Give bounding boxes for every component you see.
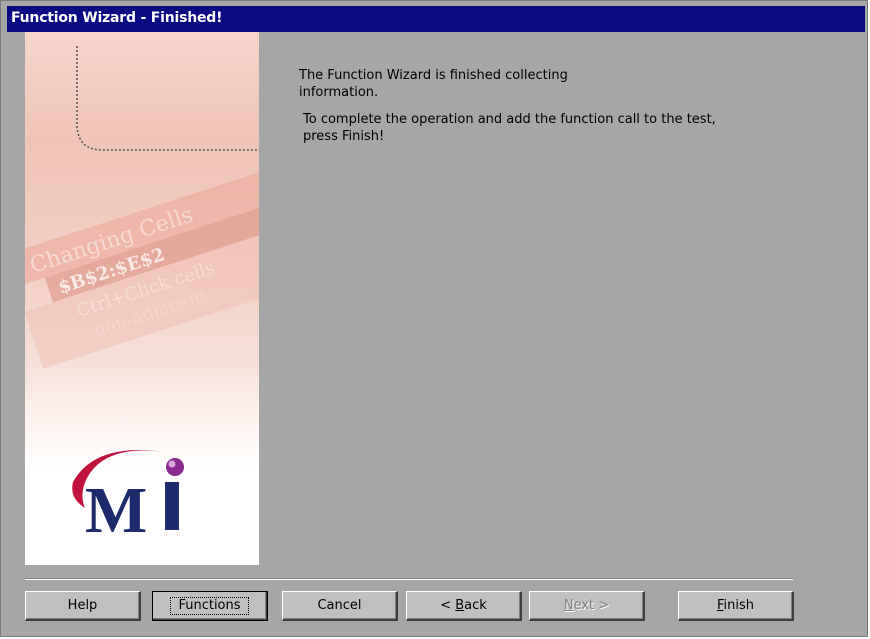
cancel-button[interactable]: Cancel: [282, 591, 398, 621]
title-bar[interactable]: Function Wizard - Finished!: [7, 6, 865, 32]
back-prefix: <: [440, 598, 456, 613]
function-wizard-dialog: Function Wizard - Finished! Changing Cel…: [0, 0, 868, 637]
button-separator: [25, 578, 793, 580]
finish-rest: inish: [723, 598, 755, 613]
svg-text:M: M: [85, 474, 147, 547]
back-rest: ack: [464, 598, 487, 613]
side-image-artwork: Changing Cells $B$2:$E$2 Ctrl+Click cell…: [25, 46, 259, 547]
next-mnemonic: N: [563, 598, 574, 613]
back-button[interactable]: < Back: [406, 591, 522, 621]
wizard-side-image: Changing Cells $B$2:$E$2 Ctrl+Click cell…: [25, 32, 259, 565]
next-button[interactable]: Next >: [529, 591, 645, 621]
instruction-message: To complete the operation and add the fu…: [303, 112, 716, 144]
finished-message: The Function Wizard is finished collecti…: [299, 68, 568, 100]
functions-button[interactable]: Functions: [152, 591, 268, 621]
window-title: Function Wizard - Finished!: [11, 10, 223, 26]
back-mnemonic: B: [455, 598, 465, 613]
finish-button[interactable]: Finish: [678, 591, 794, 621]
functions-button-label: Functions: [170, 597, 249, 615]
wizard-content: The Function Wizard is finished collecti…: [299, 67, 769, 145]
next-rest: ext >: [573, 598, 610, 613]
mercury-logo-icon: M: [72, 450, 184, 547]
help-button[interactable]: Help: [25, 591, 141, 621]
